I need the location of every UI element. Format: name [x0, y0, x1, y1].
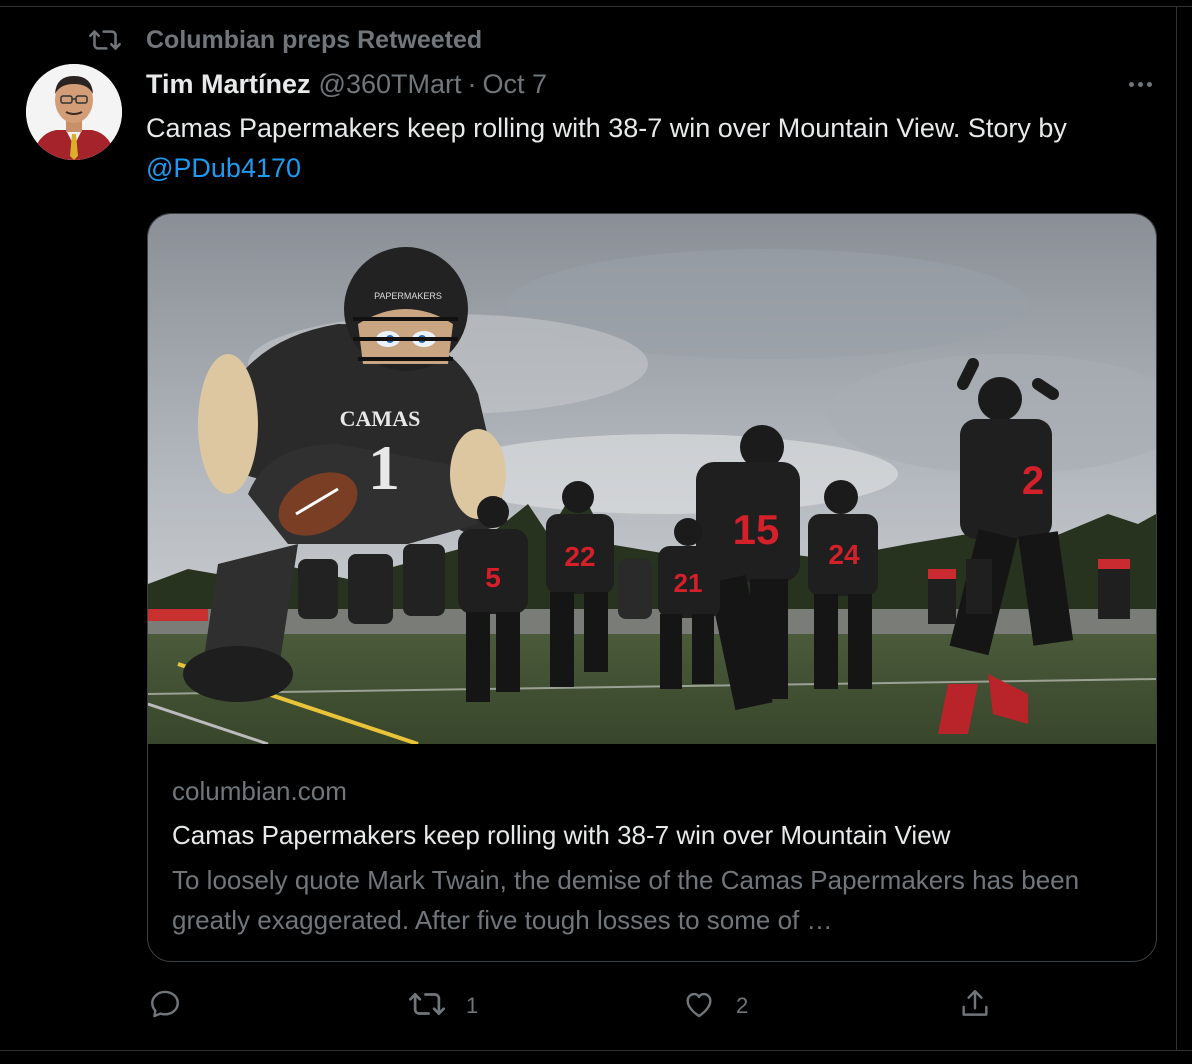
avatar[interactable] [26, 64, 122, 160]
like-count: 2 [736, 993, 749, 1018]
tweet-date[interactable]: Oct 7 [482, 69, 547, 100]
more-options-button[interactable] [1120, 70, 1160, 98]
jersey-5: 5 [485, 562, 501, 593]
tweet-body-text: Camas Papermakers keep rolling with 38-7… [146, 113, 1067, 143]
bottom-divider [0, 1050, 1192, 1051]
inflatable-number-text: 1 [368, 432, 400, 503]
avatar-image [26, 64, 122, 160]
jersey-21: 21 [674, 568, 703, 598]
tweet-text: Camas Papermakers keep rolling with 38-7… [146, 108, 1146, 188]
share-icon [958, 987, 992, 1026]
header-separator: · [467, 68, 477, 99]
jersey-22: 22 [564, 541, 595, 572]
retweet-button[interactable]: 1 [408, 986, 478, 1026]
link-card-description: To loosely quote Mark Twain, the demise … [172, 865, 1080, 935]
jersey-24: 24 [828, 539, 860, 570]
helmet-label-text: PAPERMAKERS [374, 291, 442, 301]
link-card[interactable]: PAPERMAKERS CAMAS 1 5 22 15 21 24 2 colu… [147, 213, 1157, 962]
mention-link[interactable]: @PDub4170 [146, 153, 301, 183]
jersey-2: 2 [1022, 459, 1044, 503]
right-divider [1176, 6, 1177, 1051]
more-horizontal-icon [1128, 81, 1134, 87]
retweet-count: 1 [466, 993, 479, 1018]
jersey-15: 15 [733, 506, 780, 553]
retweet-icon [408, 988, 446, 1025]
tweet-header: Tim Martínez @360TMart · Oct 7 [146, 66, 547, 102]
reply-icon [148, 987, 182, 1026]
link-card-title: Camas Papermakers keep rolling with 38-7… [172, 820, 951, 850]
retweet-banner[interactable]: Columbian preps Retweeted [88, 24, 482, 56]
inflatable-chest-text: CAMAS [340, 406, 421, 431]
top-divider [0, 6, 1192, 7]
author-handle[interactable]: @360TMart [319, 69, 462, 100]
action-bar: 1 2 [146, 986, 1026, 1026]
heart-icon [682, 987, 716, 1026]
retweet-banner-text[interactable]: Columbian preps Retweeted [146, 26, 482, 55]
share-button[interactable] [958, 986, 1012, 1026]
reply-button[interactable] [148, 986, 202, 1026]
like-button[interactable]: 2 [682, 986, 748, 1026]
retweet-icon [88, 25, 122, 55]
link-card-domain: columbian.com [172, 776, 347, 806]
author-name[interactable]: Tim Martínez [146, 69, 311, 100]
link-card-image[interactable]: PAPERMAKERS CAMAS 1 5 22 15 21 24 2 [148, 214, 1156, 744]
link-card-meta: columbian.com Camas Papermakers keep rol… [172, 774, 1132, 940]
